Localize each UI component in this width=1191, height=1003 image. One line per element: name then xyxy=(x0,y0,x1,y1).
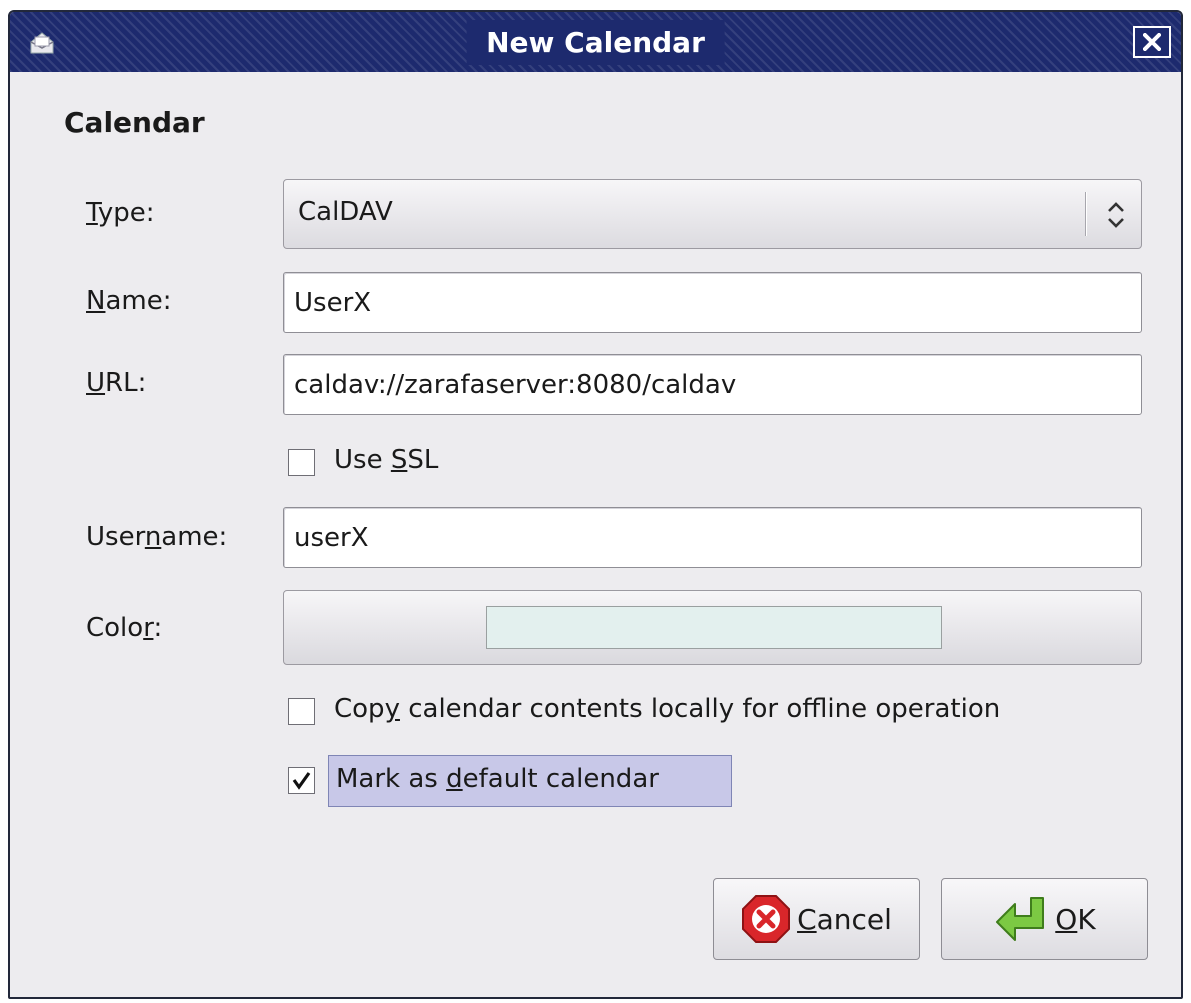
title-area: New Calendar xyxy=(466,20,725,65)
offline-copy-label-suffix: calendar contents locally for offline op… xyxy=(399,694,1001,724)
use-ssl-label-suffix: SL xyxy=(407,445,439,475)
window-title: New Calendar xyxy=(486,26,705,59)
offline-copy-label-mnemonic: y xyxy=(384,694,400,724)
cancel-button-label: Cancel xyxy=(797,903,892,936)
offline-copy-label-prefix: Cop xyxy=(334,694,385,724)
use-ssl-label[interactable]: Use SSL xyxy=(334,445,438,475)
section-title: Calendar xyxy=(64,106,205,139)
updown-arrows-icon xyxy=(1108,202,1124,228)
color-swatch xyxy=(486,606,942,649)
color-label-suffix: : xyxy=(153,613,163,643)
username-label-mnemonic: n xyxy=(144,522,162,552)
close-button[interactable] xyxy=(1133,26,1171,58)
type-combobox-value: CalDAV xyxy=(298,197,393,227)
cancel-label-suffix: ancel xyxy=(816,902,892,936)
url-label-mnemonic: U xyxy=(86,368,106,398)
use-ssl-checkbox[interactable] xyxy=(288,449,315,476)
username-label-suffix: ame: xyxy=(161,522,228,552)
color-label-prefix: Colo xyxy=(86,613,144,643)
name-label-mnemonic: N xyxy=(86,286,106,316)
type-label-suffix: ype: xyxy=(97,198,155,228)
username-input[interactable] xyxy=(283,507,1142,568)
color-picker-button[interactable] xyxy=(283,590,1142,665)
cancel-button[interactable]: Cancel xyxy=(713,878,920,960)
color-label-mnemonic: r xyxy=(143,613,154,643)
default-calendar-label[interactable]: Mark as default calendar xyxy=(336,764,659,794)
offline-copy-label[interactable]: Copy calendar contents locally for offli… xyxy=(334,694,1000,724)
type-combobox[interactable]: CalDAV xyxy=(283,179,1142,249)
type-label: Type: xyxy=(86,198,155,228)
url-label: URL: xyxy=(86,368,146,398)
checkmark-icon xyxy=(292,772,311,790)
username-label-prefix: User xyxy=(86,522,145,552)
name-label-suffix: ame: xyxy=(105,286,172,316)
new-calendar-dialog: New Calendar Calendar Type: CalDAV Name:… xyxy=(8,10,1183,999)
calendar-app-icon xyxy=(30,32,54,54)
title-bar[interactable]: New Calendar xyxy=(10,12,1181,72)
cancel-icon xyxy=(742,895,791,943)
close-icon xyxy=(1143,33,1161,51)
combobox-separator xyxy=(1085,192,1087,236)
use-ssl-label-mnemonic: S xyxy=(390,445,408,475)
url-input[interactable] xyxy=(283,354,1142,415)
username-label: Username: xyxy=(86,522,227,552)
cancel-label-mnemonic: C xyxy=(797,902,817,936)
name-label: Name: xyxy=(86,286,171,316)
default-calendar-label-mnemonic: d xyxy=(446,764,463,794)
name-input[interactable] xyxy=(283,272,1142,333)
use-ssl-label-prefix: Use xyxy=(334,445,391,475)
ok-label-suffix: K xyxy=(1077,902,1096,936)
type-label-mnemonic: T xyxy=(86,198,98,228)
ok-arrow-icon xyxy=(996,897,1045,941)
color-label: Color: xyxy=(86,613,162,643)
url-label-suffix: RL: xyxy=(105,368,147,398)
offline-copy-checkbox[interactable] xyxy=(288,698,315,725)
default-calendar-label-prefix: Mark as xyxy=(336,764,447,794)
ok-button[interactable]: OK xyxy=(941,878,1148,960)
ok-label-mnemonic: O xyxy=(1055,902,1078,936)
default-calendar-label-suffix: efault calendar xyxy=(462,764,659,794)
ok-button-label: OK xyxy=(1055,903,1095,936)
default-calendar-checkbox[interactable] xyxy=(288,767,315,794)
